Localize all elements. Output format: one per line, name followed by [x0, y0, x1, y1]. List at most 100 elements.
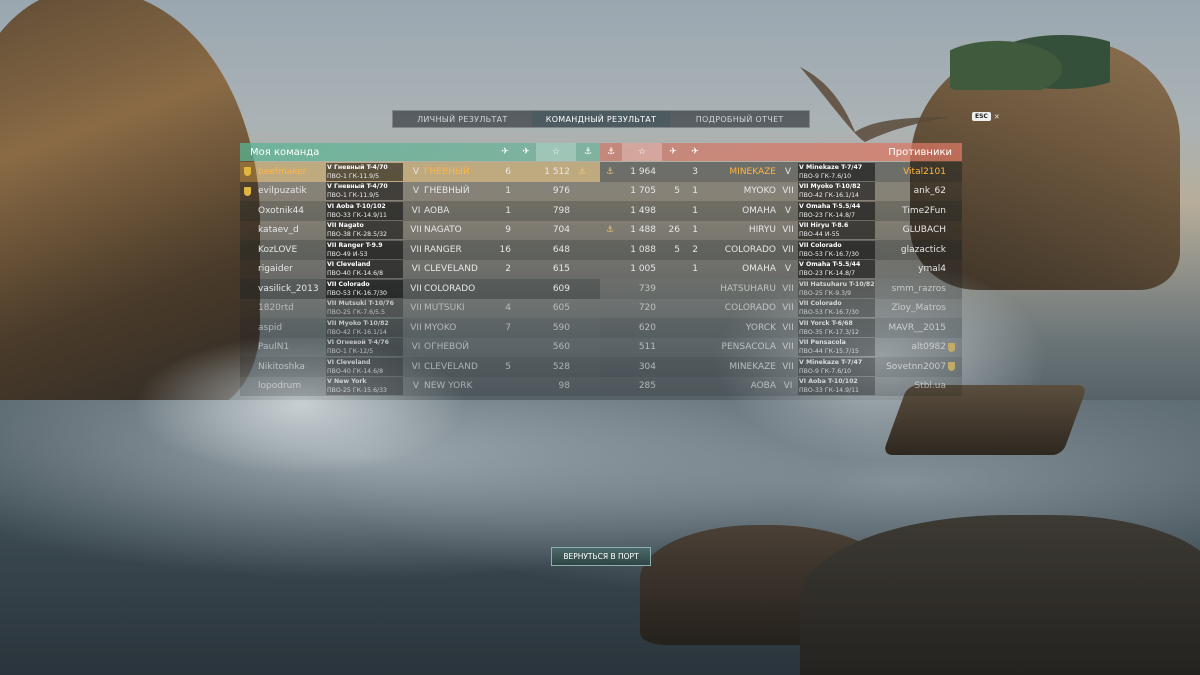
player-name[interactable]: evilpuzatik	[258, 186, 328, 196]
close-icon: ✕	[993, 112, 1000, 121]
ship-card-title: VII Colorado	[799, 300, 842, 308]
player-name[interactable]: Nikitoshka	[258, 362, 328, 372]
ship-tier: VII	[410, 244, 422, 255]
player-name[interactable]: ymal4	[878, 264, 946, 274]
plane-kills-icon[interactable]: ✈	[684, 143, 706, 161]
xp-value: 605	[552, 303, 570, 314]
player-name[interactable]: Zloy_Matros	[878, 303, 946, 313]
player-name[interactable]: ank_62	[878, 186, 946, 196]
ship-card: VII Nagato ПВО-38 ГК-28.5/32	[326, 221, 403, 240]
my-team-entry[interactable]: kataev_d VII Nagato ПВО-38 ГК-28.5/32 VII NA…	[240, 220, 600, 240]
player-name[interactable]: smm_razros	[878, 284, 946, 294]
player-name[interactable]: Vital2101	[878, 167, 946, 177]
ship-name: OMAHA	[742, 264, 776, 275]
player-name[interactable]: rigaider	[258, 264, 328, 274]
table-row: PaulN1 VI Огневой T-4/76 ПВО-1 ГК-12/5 VI ОГ…	[240, 337, 962, 357]
my-team-entry[interactable]: vasilick_2013 VII Colorado ПВО-53 ГК-16.7/…	[240, 279, 600, 299]
tab-personal-result[interactable]: ЛИЧНЫЙ РЕЗУЛЬТАТ	[393, 111, 532, 127]
ship-card-stats: ПВО-42 ГК-16.1/14	[327, 328, 387, 336]
player-name[interactable]: 1820rtd	[258, 303, 328, 313]
ship-card: V Гневный T-4/70 ПВО-1 ГК-11.9/5	[326, 182, 403, 201]
my-team-entry[interactable]: lopodrum V New York ПВО-25 ГК-15.6/33 V NEW …	[240, 376, 600, 396]
xp-value: 620	[638, 322, 656, 333]
player-name[interactable]: glazactick	[878, 245, 946, 255]
enemy-team-entry[interactable]: ⚓ 1 964 3 MINEKAZE V V Minekaze T-7/47 ПВО-9 Г…	[600, 162, 962, 182]
player-name[interactable]: Time2Fun	[878, 206, 946, 216]
my-team-entry[interactable]: PaulN1 VI Огневой T-4/76 ПВО-1 ГК-12/5 VI ОГ…	[240, 337, 600, 357]
player-name[interactable]: aspid	[258, 323, 328, 333]
my-team-entry[interactable]: 1820rtd VII Mutsuki T-10/76 ПВО-25 ГК-7.6/…	[240, 298, 600, 318]
ship-tier: VII	[782, 186, 794, 197]
enemy-team-entry[interactable]: 739 HATSUHARU VII VII Hatsuharu T-10/82 ПВО-…	[600, 279, 962, 299]
plane-kills-icon[interactable]: ✈	[494, 143, 516, 161]
enemy-team-entry[interactable]: 720 COLORADO VII VII Colorado ПВО-53 ГК-16.7…	[600, 298, 962, 318]
ship-card-title: VI Aoba T-10/102	[327, 202, 386, 210]
player-name[interactable]: beefmaker	[258, 167, 328, 177]
my-team-entry[interactable]: beefmaker V Гневный T-4/70 ПВО-1 ГК-11.9/5…	[240, 162, 600, 182]
my-team-entry[interactable]: Nikitoshka VI Cleveland ПВО-40 ГК-14.6/8 VI…	[240, 357, 600, 377]
player-name[interactable]: Stbl.ua	[878, 381, 946, 391]
ship-card: VII Hatsuharu T-10/82 ПВО-25 ГК-9.3/9	[798, 279, 875, 298]
ship-card-title: VII Hiryu T-8.6	[799, 222, 849, 230]
xp-star-icon[interactable]: ☆	[622, 143, 662, 161]
frags-icon[interactable]: ✈	[516, 143, 536, 161]
ship-card-title: VII Colorado	[799, 241, 842, 249]
table-row: aspid VII Myoko T-10/82 ПВО-42 ГК-16.1/14 V…	[240, 318, 962, 338]
return-to-port-button[interactable]: ВЕРНУТЬСЯ В ПОРТ	[551, 547, 651, 566]
my-team-entry[interactable]: evilpuzatik V Гневный T-4/70 ПВО-1 ГК-11.9…	[240, 181, 600, 201]
enemy-team-entry[interactable]: 1 088 5 2 COLORADO VII VII Colorado ПВО-53 ГК-…	[600, 240, 962, 260]
player-name[interactable]: KozLOVE	[258, 245, 328, 255]
xp-star-icon[interactable]: ☆	[536, 143, 576, 161]
anchor-icon[interactable]: ⚓	[600, 143, 622, 161]
anchor-icon[interactable]: ⚓	[576, 143, 600, 161]
ship-card-title: VII Hatsuharu T-10/82	[799, 280, 875, 288]
enemy-team-entry[interactable]: 1 498 1 OMAHA V V Omaha T-5.5/44 ПВО-23 ГК-14…	[600, 201, 962, 221]
my-team-entry[interactable]: Oxotnik44 VI Aoba T-10/102 ПВО-33 ГК-14.9/…	[240, 201, 600, 221]
player-name[interactable]: Sovetnn2007	[878, 362, 946, 372]
my-team-entry[interactable]: rigaider VI Cleveland ПВО-40 ГК-14.6/8 VI CL…	[240, 259, 600, 279]
xp-value: 704	[552, 225, 570, 236]
ship-tier: V	[412, 186, 420, 197]
player-name[interactable]: PaulN1	[258, 342, 328, 352]
tab-detailed-report[interactable]: ПОДРОБНЫЙ ОТЧЕТ	[670, 111, 809, 127]
close-button[interactable]: ESC ✕	[972, 112, 1000, 121]
my-team-entry[interactable]: aspid VII Myoko T-10/82 ПВО-42 ГК-16.1/14 V…	[240, 318, 600, 338]
table-row: evilpuzatik V Гневный T-4/70 ПВО-1 ГК-11.9…	[240, 181, 962, 201]
player-name[interactable]: lopodrum	[258, 381, 328, 391]
ship-card: VII Yorck T-6/68 ПВО-35 ГК-17.3/12	[798, 318, 875, 337]
player-name[interactable]: GLUBACH	[878, 225, 946, 235]
enemy-team-entry[interactable]: 1 705 5 1 MYOKO VII VII Myoko T-10/82 ПВО-42 Г…	[600, 181, 962, 201]
esc-key: ESC	[972, 112, 991, 121]
enemy-team-entry[interactable]: ⚓ 1 488 26 1 HIRYU VII VII Hiryu T-8.6 ПВО-44 И…	[600, 220, 962, 240]
ship-card-stats: ПВО-53 ГК-16.7/30	[327, 289, 387, 297]
player-name[interactable]: Oxotnik44	[258, 206, 328, 216]
ship-card: VII Colorado ПВО-53 ГК-16.7/30	[798, 240, 875, 259]
my-team-entry[interactable]: KozLOVE VII Ranger T-9.9 ПВО-49 И-53 VII RAN…	[240, 240, 600, 260]
player-name[interactable]: MAVR__2015	[878, 323, 946, 333]
ship-tier: VI	[411, 205, 421, 216]
ship-tier: V	[784, 205, 792, 216]
ship-card: VI Cleveland ПВО-40 ГК-14.6/8	[326, 357, 403, 376]
medal-icon	[244, 167, 251, 177]
ship-card-title: VII Myoko T-10/82	[799, 183, 861, 191]
xp-value: 720	[638, 303, 656, 314]
enemy-team-entry[interactable]: 285 AOBA VI VI Aoba T-10/102 ПВО-33 ГК-14.9/…	[600, 376, 962, 396]
frags-icon[interactable]: ✈	[662, 143, 684, 161]
xp-value: 304	[638, 361, 656, 372]
player-name[interactable]: kataev_d	[258, 225, 328, 235]
frags-value: 9	[505, 225, 511, 236]
ship-tier: VI	[411, 342, 421, 353]
tab-team-result[interactable]: КОМАНДНЫЙ РЕЗУЛЬТАТ	[531, 111, 671, 127]
enemy-team-entry[interactable]: 620 YORCK VII VII Yorck T-6/68 ПВО-35 ГК-17.…	[600, 318, 962, 338]
enemy-team-entry[interactable]: 511 PENSACOLA VII VII Pensacola ПВО-44 ГК-15…	[600, 337, 962, 357]
player-name[interactable]: alt0982	[878, 342, 946, 352]
ship-card-title: V Гневный T-4/70	[327, 163, 388, 171]
enemy-team-entry[interactable]: 304 MINEKAZE VII V Minekaze T-7/47 ПВО-9 ГК-…	[600, 357, 962, 377]
ship-name: HIRYU	[748, 225, 776, 236]
enemy-team-entry[interactable]: 1 005 1 OMAHA V V Omaha T-5.5/44 ПВО-23 ГК-14…	[600, 259, 962, 279]
anchor-icon: ⚓	[606, 166, 615, 177]
eagle-icon	[800, 67, 950, 142]
player-name[interactable]: vasilick_2013	[258, 284, 328, 294]
ship-tier: V	[784, 166, 792, 177]
ship-name: YORCK	[745, 322, 776, 333]
